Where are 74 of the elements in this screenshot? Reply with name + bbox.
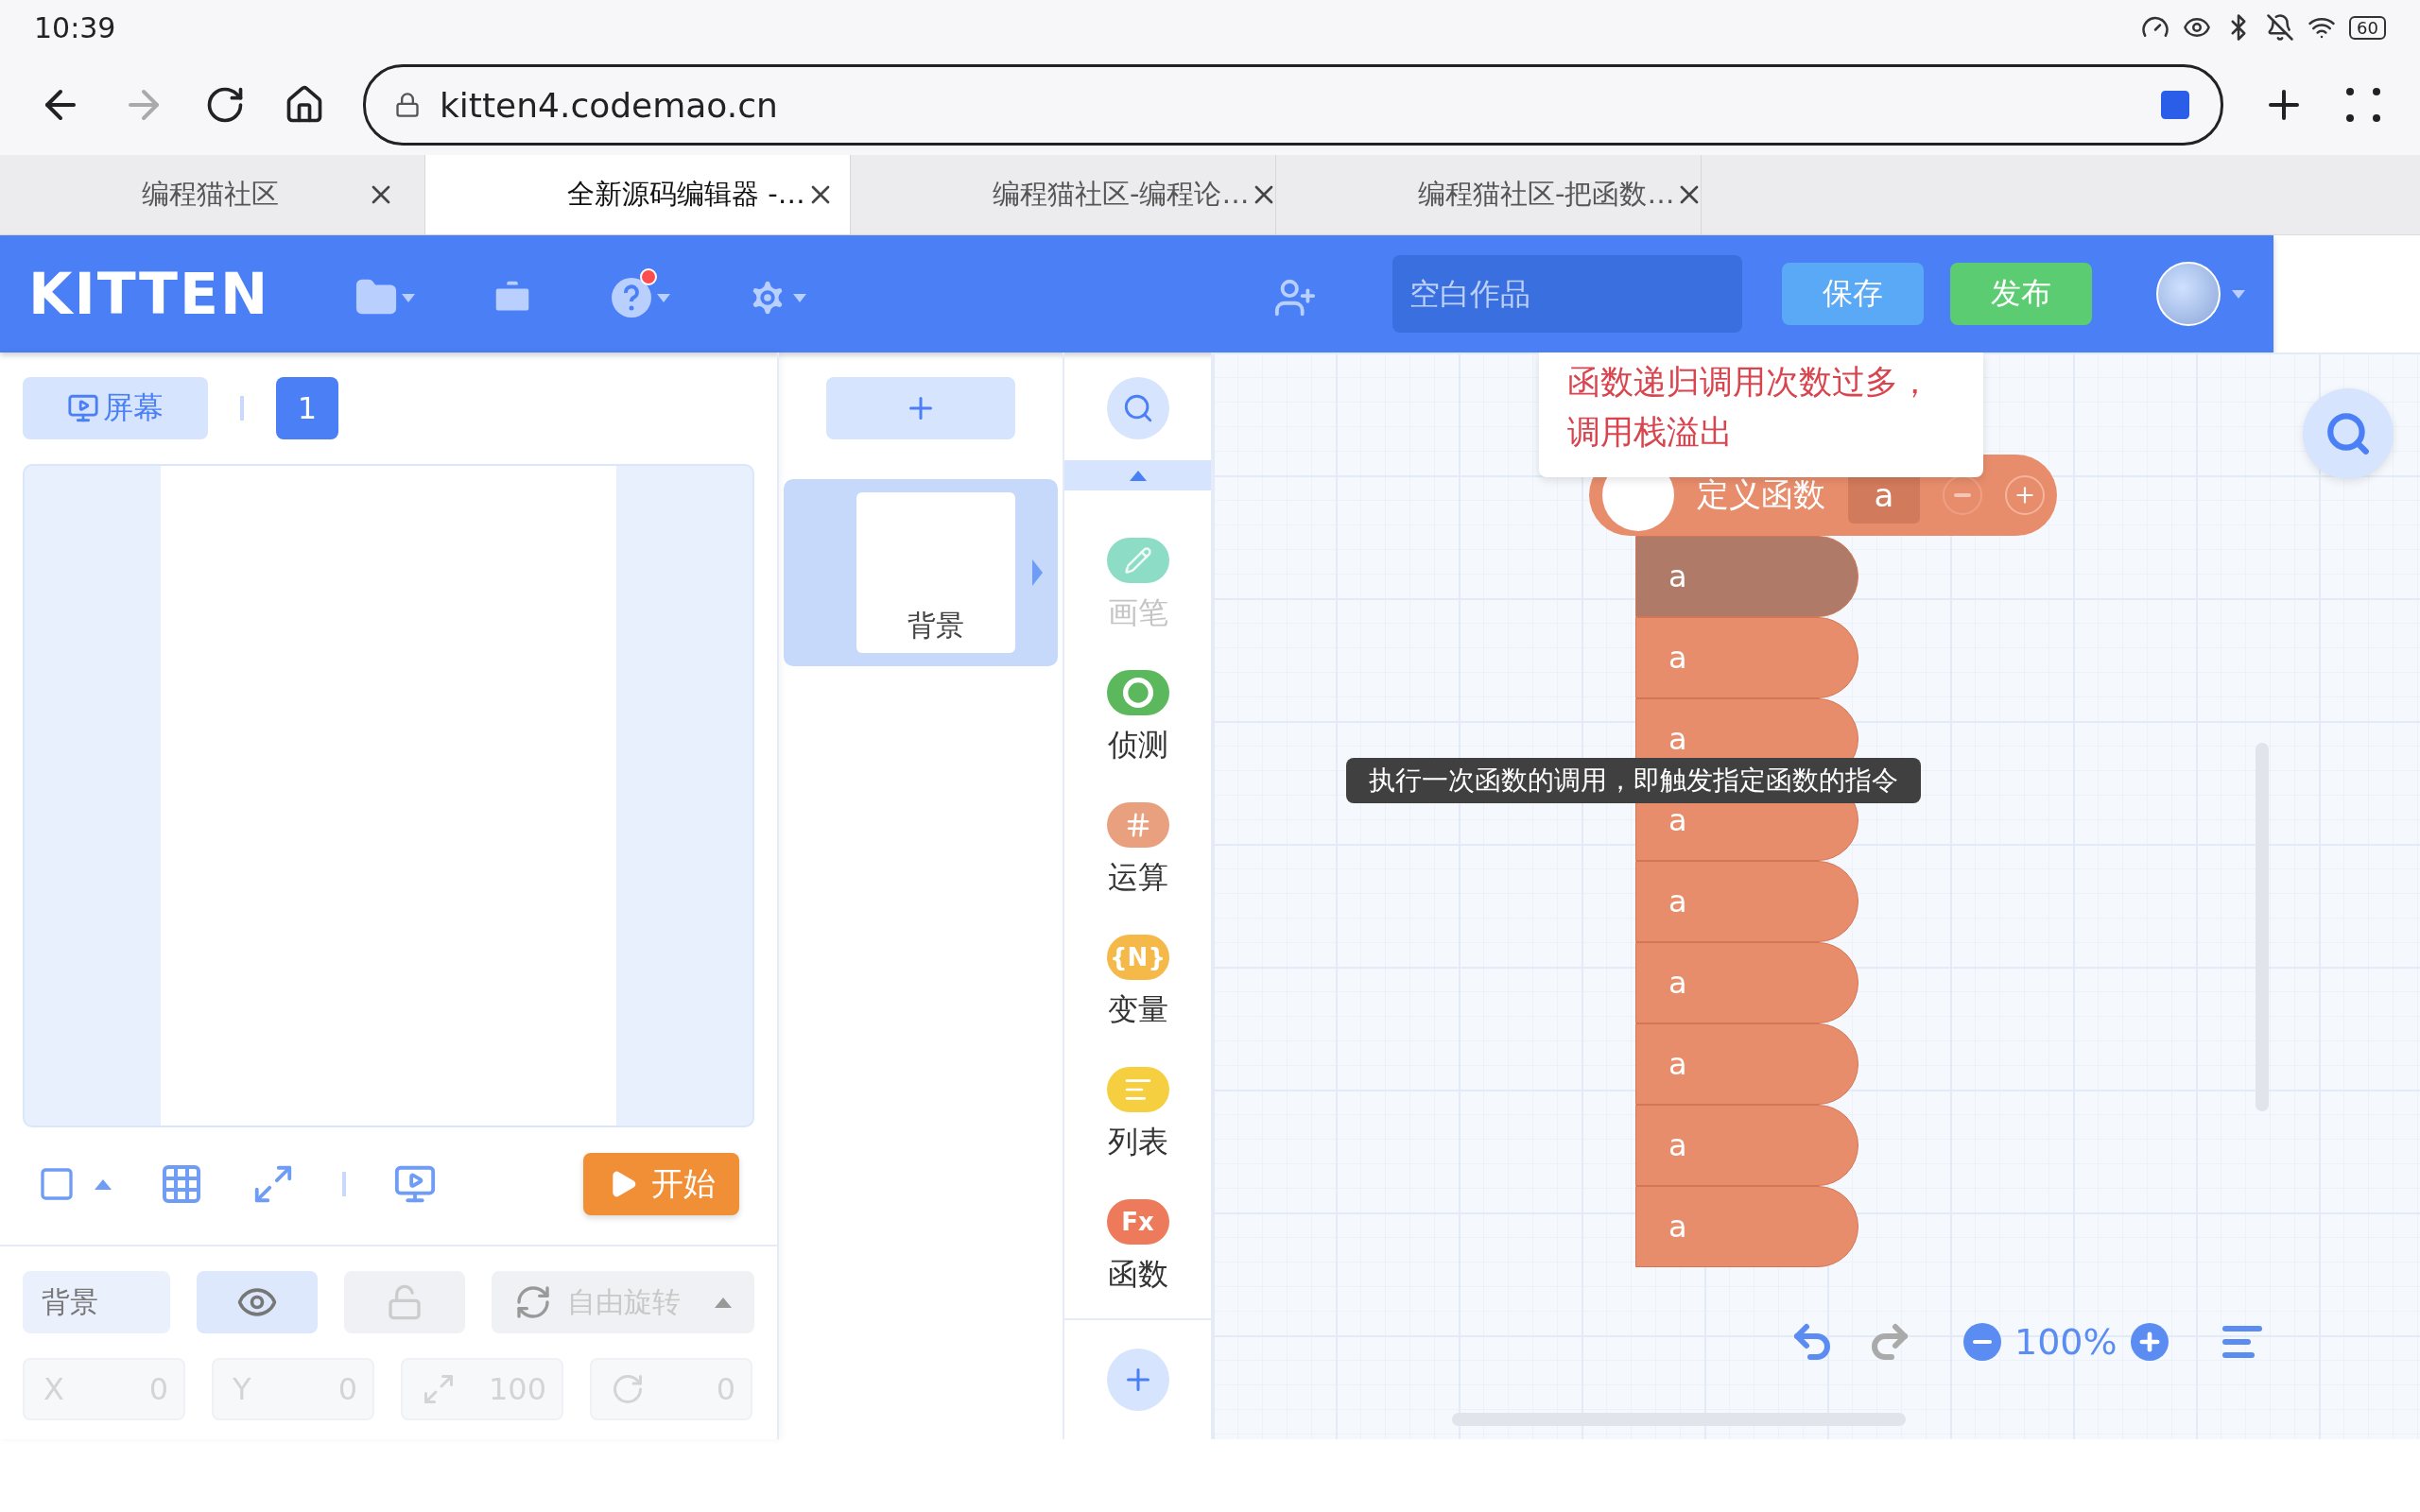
function-call-block[interactable]: a [1635, 1105, 1858, 1186]
category-label: 运算 [1107, 858, 1168, 897]
dots-icon [2344, 86, 2382, 124]
caret-icon[interactable] [2232, 289, 2245, 299]
category-label: 画笔 [1107, 593, 1168, 632]
unlock-icon [386, 1283, 424, 1321]
tooltip: 执行一次函数的调用，即触发指定函数的指令 [1346, 758, 1921, 803]
block-category[interactable]: 侦测 [1106, 670, 1169, 766]
screen-button[interactable]: 屏幕 [23, 377, 208, 439]
pen-icon [1123, 546, 1152, 575]
address-bar[interactable]: kitten4.codemao.cn [363, 64, 2223, 146]
url-text: kitten4.codemao.cn [440, 85, 779, 125]
stage-size-icon[interactable] [38, 1165, 76, 1203]
caret-icon [1129, 470, 1147, 481]
caret-icon [793, 293, 807, 302]
category-label: 函数 [1107, 1255, 1168, 1294]
battery-level: 60 [2349, 15, 2386, 40]
category-label: 变量 [1107, 990, 1168, 1029]
browser-tab[interactable]: 全新源码编辑器 -… [425, 155, 851, 234]
block-category[interactable]: {N} 变量 [1106, 935, 1169, 1031]
browser-tab[interactable]: 编程猫社区-编程论… [851, 155, 1276, 234]
function-call-block[interactable]: a [1635, 536, 1858, 617]
sprite-card[interactable]: 背景 [784, 479, 1058, 666]
search-icon [2325, 410, 2372, 457]
screen-icon [67, 392, 99, 424]
caret-icon[interactable] [95, 1178, 112, 1190]
expand-icon[interactable] [1031, 559, 1043, 586]
block-category[interactable]: Fx 函数 [1106, 1199, 1169, 1296]
category-symbol: Fx [1121, 1208, 1154, 1236]
function-call-block[interactable]: a [1635, 861, 1858, 942]
function-call-block[interactable]: a [1635, 1023, 1858, 1105]
resize-icon [422, 1372, 456, 1406]
rotate-icon [514, 1283, 552, 1321]
caret-icon [715, 1297, 732, 1308]
add-param-button[interactable] [2005, 475, 2045, 515]
publish-button[interactable]: 发布 [1950, 263, 2092, 325]
zoom-out-button[interactable] [1963, 1323, 2001, 1361]
function-call-block[interactable]: a [1635, 942, 1858, 1023]
function-call-block[interactable]: a [1635, 1186, 1858, 1267]
save-button[interactable]: 保存 [1782, 263, 1924, 325]
zoom-in-button[interactable] [2130, 1323, 2169, 1361]
help-menu[interactable] [610, 268, 671, 319]
category-label: 列表 [1107, 1123, 1168, 1161]
direction-icon [611, 1372, 645, 1406]
more-button[interactable] [2344, 86, 2382, 124]
minus-icon [1954, 493, 1971, 497]
caret-icon [402, 293, 416, 302]
project-name-field[interactable]: 空白作品 [1392, 255, 1742, 333]
screen-icon [2158, 88, 2192, 122]
mute-icon [2266, 13, 2295, 42]
sprite-name: 背景 [907, 608, 964, 644]
screen-tab[interactable]: 1 [276, 377, 338, 439]
minus-icon [1973, 1340, 1992, 1344]
screen-label: 屏幕 [103, 388, 164, 427]
zoom-level: 100% [2014, 1321, 2118, 1363]
block-category[interactable]: 列表 [1106, 1067, 1169, 1163]
browser-tab[interactable]: 编程猫社区-把函数… [1276, 155, 1702, 234]
caret-icon [657, 293, 671, 302]
block-label: 定义函数 [1697, 474, 1825, 515]
category-symbol: {N} [1110, 943, 1166, 971]
error-text: 调用栈溢出 [1567, 412, 1734, 453]
start-label: 开始 [650, 1163, 716, 1204]
lock-icon [394, 92, 421, 118]
function-call-block[interactable]: a [1635, 617, 1858, 698]
category-label: 侦测 [1107, 726, 1168, 765]
block-category[interactable]: 运算 [1106, 802, 1169, 899]
error-text: 函数递归调用次数过多， [1567, 362, 1932, 403]
scroll-up-button[interactable] [1064, 460, 1211, 490]
object-name: 背景 [23, 1271, 170, 1333]
status-time: 10:39 [34, 10, 116, 44]
help-icon [610, 276, 654, 319]
start-button[interactable]: 开始 [583, 1153, 739, 1215]
target-icon [1122, 678, 1153, 708]
app-logo: KITTEN [28, 261, 270, 327]
